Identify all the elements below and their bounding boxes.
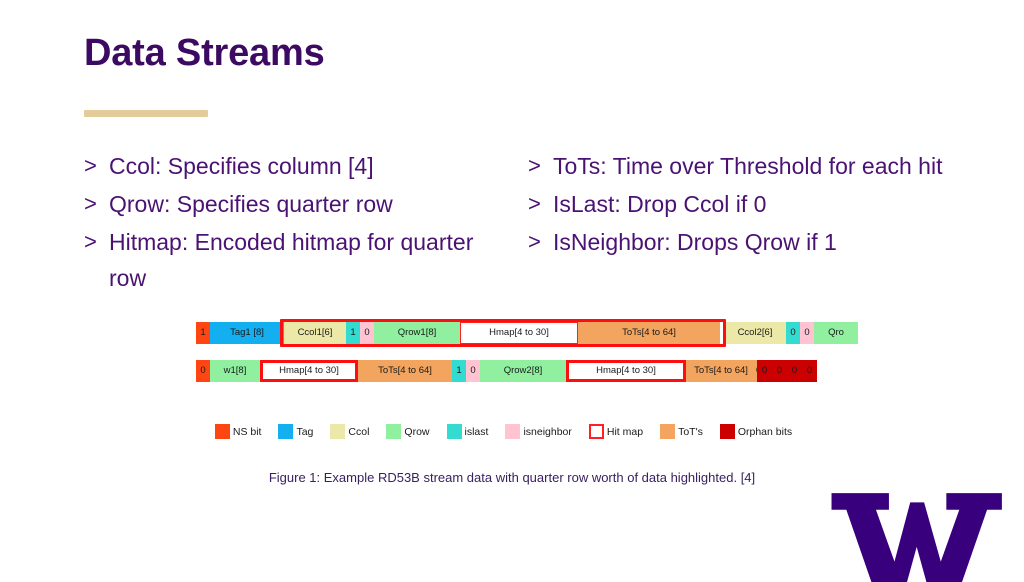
stream-segment-islast: 0 (786, 322, 800, 344)
stream-segment-ns_bit: 1 (196, 322, 210, 344)
legend-swatch-icon (719, 424, 735, 439)
bullet-list-right: > ToTs: Time over Threshold for each hit >… (528, 148, 998, 261)
stream-row-2: 0 w1[8] Hmap[4 to 30] ToTs[4 to 64] 1 0 Qrow2[… (196, 360, 820, 386)
legend-swatch-icon (214, 424, 230, 439)
legend-swatch-icon (660, 424, 676, 439)
title-divider (84, 110, 208, 117)
stream-segment-tots: ToTs[4 to 64] (578, 322, 720, 344)
stream-segment-orphan: 0 (772, 360, 787, 382)
bullet-text: IsLast: Drop Ccol if 0 (553, 190, 767, 217)
bullet-text: IsNeighbor: Drops Qrow if 1 (553, 228, 837, 255)
legend-label: Hit map (606, 425, 644, 438)
legend-item: islast (446, 424, 489, 439)
legend-item: Qrow (386, 424, 430, 439)
stream-segment-hitmap: Hmap[4 to 30] (566, 360, 686, 382)
legend-swatch-icon (330, 424, 346, 439)
stream-segment-qrow: Qrow2[8] (480, 360, 566, 382)
legend-item: Orphan bits (719, 424, 793, 439)
legend-label: Ccol (348, 425, 370, 438)
bullet-left-3: > Hitmap: Encoded hitmap for quarter row (84, 224, 504, 298)
bullet-marker-icon: > (528, 153, 541, 178)
stream-segment-qrow: Qrow1[8] (374, 322, 460, 344)
bullet-list-left: > Ccol: Specifies column [4] > Qrow: Specif… (84, 148, 504, 298)
bullet-left-1: > Ccol: Specifies column [4] (84, 148, 504, 185)
legend-item: Ccol (330, 424, 369, 439)
bullet-left-2: > Qrow: Specifies quarter row (84, 186, 504, 223)
legend-item: Tag (278, 424, 313, 439)
stream-segment-qrow: w1[8] (210, 360, 260, 382)
bullet-marker-icon: > (84, 153, 97, 178)
stream-segment-orphan: 0 (802, 360, 817, 382)
legend-label: isneighbor (523, 425, 572, 438)
bullet-marker-icon: > (84, 190, 97, 216)
legend-label: islast (464, 425, 489, 438)
legend-swatch-icon (505, 424, 521, 439)
stream-segment-ccol: Ccol2[6] (724, 322, 786, 344)
bullet-marker-icon: > (528, 190, 541, 216)
stream-row-1: 1 Tag1 [8] Ccol1[6] 1 0 Qrow1[8] Hmap[4 to 30]… (196, 319, 858, 348)
stream-segment-hitmap: Hmap[4 to 30] (260, 360, 358, 382)
stream-diagram: 1 Tag1 [8] Ccol1[6] 1 0 Qrow1[8] Hmap[4 to 30]… (0, 319, 1024, 386)
stream-segment-isneighbor: 0 (360, 322, 374, 344)
stream-segment-islast: 1 (452, 360, 466, 382)
bullet-text: ToTs: Time over Threshold for each hit (553, 153, 943, 179)
legend-label: Tag (296, 425, 314, 438)
legend-swatch-icon (588, 424, 604, 439)
bullet-text: Ccol: Specifies column [4] (109, 153, 374, 179)
stream-segment-qrow: Qro (814, 322, 858, 344)
stream-segment-isneighbor: 0 (800, 322, 814, 344)
bullet-marker-icon: > (84, 228, 97, 254)
page-title: Data Streams (84, 32, 325, 74)
bullet-text: Hitmap: Encoded hitmap for quarter row (109, 228, 474, 292)
stream-segment-ns_bit: 0 (196, 360, 210, 382)
bullet-text: Qrow: Specifies quarter row (109, 190, 393, 217)
bullet-marker-icon: > (528, 228, 541, 254)
bullet-right-1: > ToTs: Time over Threshold for each hit (528, 148, 998, 185)
legend-item: ToT's (660, 424, 703, 439)
legend-label: ToT's (678, 425, 703, 438)
university-of-washington-w-logo (831, 493, 1002, 582)
legend-item: NS bit (214, 424, 262, 439)
legend-swatch-icon (446, 424, 462, 439)
figure-legend: NS bit Tag Ccol Qrow islast isneighbor Hit map… (0, 424, 1024, 439)
stream-segment-tots: ToTs[4 to 64] (358, 360, 452, 382)
legend-label: Orphan bits (737, 425, 793, 438)
legend-item: Hit map (588, 424, 644, 439)
stream-segment-orphan: 0 (787, 360, 802, 382)
legend-item: isneighbor (505, 424, 572, 439)
bullet-right-2: > IsLast: Drop Ccol if 0 (528, 186, 998, 223)
stream-segment-ccol: Ccol1[6] (284, 322, 346, 344)
stream-segment-tag: Tag1 [8] (210, 322, 284, 344)
stream-segment-tots: ToTs[4 to 64] (686, 360, 756, 382)
bullet-right-3: > IsNeighbor: Drops Qrow if 1 (528, 224, 998, 261)
stream-segment-isneighbor: 0 (466, 360, 480, 382)
legend-swatch-icon (386, 424, 402, 439)
stream-segment-islast: 1 (346, 322, 360, 344)
stream-segment-hitmap: Hmap[4 to 30] (460, 322, 578, 344)
stream-segment-orphan: 0 (757, 360, 772, 382)
legend-label: Qrow (404, 425, 430, 438)
legend-swatch-icon (278, 424, 294, 439)
legend-label: NS bit (232, 425, 262, 438)
